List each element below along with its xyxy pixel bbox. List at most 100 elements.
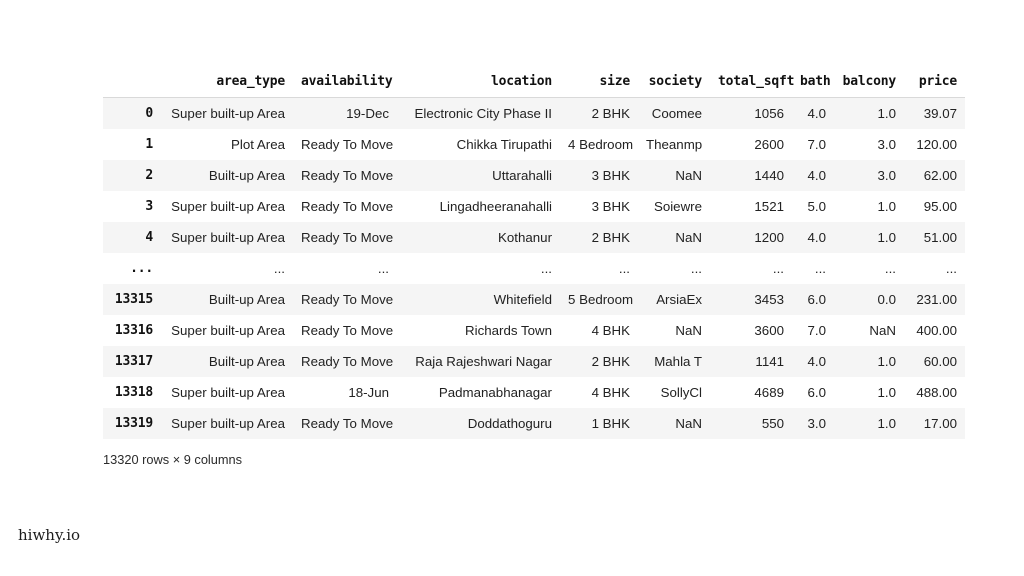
cell-location: Electronic City Phase II: [414, 105, 552, 121]
cell-bath: 4.0: [807, 353, 827, 369]
row-index-label: 13315: [114, 291, 153, 307]
cell-price: 62.00: [923, 167, 957, 183]
cell-balcony: 1.0: [877, 384, 897, 400]
table-row: 13318 Super built-up Area 18-Jun Padmanabha…: [103, 376, 965, 408]
cell-total_sqft: 2600: [754, 136, 784, 152]
cell-size: 3 BHK: [591, 198, 630, 214]
row-index-label: 13319: [114, 415, 153, 431]
cell-society: NaN: [675, 167, 702, 183]
cell-location: Uttarahalli: [492, 167, 552, 183]
cell-location: Doddathoguru: [467, 415, 552, 431]
row-index-label: 13318: [114, 384, 153, 400]
table-row: 13317 Built-up Area Ready To Move Raja Raje…: [103, 345, 965, 377]
cell-balcony: NaN: [869, 322, 896, 338]
cell-size: 2 BHK: [591, 105, 630, 121]
cell-availability: Ready To Move: [301, 167, 394, 183]
cell-society: NaN: [675, 415, 702, 431]
cell-location: Chikka Tirupathi: [456, 136, 552, 152]
column-header-location: location: [397, 74, 560, 98]
cell-availability: Ready To Move: [301, 353, 394, 369]
table-row: 2 Built-up Area Ready To Move Uttarahalli 3 …: [103, 159, 965, 191]
row-index-label: 0: [145, 105, 153, 121]
table-row: 13319 Super built-up Area Ready To Move Dod…: [103, 407, 965, 439]
cell-bath: 3.0: [807, 415, 827, 431]
cell-size: 5 Bedroom: [568, 291, 634, 307]
cell-society: SollyCl: [660, 384, 702, 400]
cell-price: 39.07: [923, 105, 957, 121]
dataframe-shape-caption: 13320 rows × 9 columns: [103, 452, 243, 467]
table-row: 1 Plot Area Ready To Move Chikka Tirupathi 4…: [103, 128, 965, 160]
cell-society: Mahla T: [654, 353, 702, 369]
cell-balcony: ...: [884, 260, 896, 276]
table-row-ellipsis: ..............................: [103, 252, 965, 284]
cell-availability: Ready To Move: [301, 198, 394, 214]
cell-balcony: 1.0: [877, 105, 897, 121]
cell-price: 231.00: [916, 291, 957, 307]
cell-area_type: Plot Area: [231, 136, 285, 152]
column-header-society: society: [638, 74, 710, 98]
table-row: 4 Super built-up Area Ready To Move Kothanu…: [103, 221, 965, 253]
cell-area_type: Super built-up Area: [171, 105, 285, 121]
cell-availability: ...: [377, 260, 389, 276]
cell-balcony: 3.0: [877, 167, 897, 183]
dataframe-table: area_type availability location size soc…: [103, 74, 965, 439]
cell-area_type: Built-up Area: [208, 167, 285, 183]
column-header-balcony: balcony: [834, 74, 904, 98]
cell-price: 488.00: [916, 384, 957, 400]
cell-availability: Ready To Move: [301, 322, 394, 338]
table-body: 0 Super built-up Area 19-Dec Electronic Cit…: [103, 97, 965, 439]
cell-price: 60.00: [923, 353, 957, 369]
cell-location: ...: [540, 260, 552, 276]
cell-area_type: Super built-up Area: [171, 322, 285, 338]
cell-bath: 5.0: [807, 198, 827, 214]
row-index-label: 4: [145, 229, 153, 245]
row-index-label: 13317: [114, 353, 153, 369]
cell-availability: 19-Dec: [346, 105, 389, 121]
row-index-label: 3: [145, 198, 153, 214]
cell-availability: Ready To Move: [301, 291, 394, 307]
cell-bath: 7.0: [807, 136, 827, 152]
table-row: 13316 Super built-up Area Ready To Move Ric…: [103, 314, 965, 346]
cell-area_type: Super built-up Area: [171, 384, 285, 400]
cell-balcony: 3.0: [877, 136, 897, 152]
cell-price: ...: [945, 260, 957, 276]
row-index-label: 2: [145, 167, 153, 183]
cell-price: 17.00: [923, 415, 957, 431]
cell-price: 400.00: [916, 322, 957, 338]
cell-size: ...: [618, 260, 630, 276]
cell-balcony: 1.0: [877, 415, 897, 431]
cell-area_type: Built-up Area: [208, 291, 285, 307]
column-header-size: size: [560, 74, 638, 98]
cell-size: 2 BHK: [591, 229, 630, 245]
cell-balcony: 1.0: [877, 198, 897, 214]
cell-total_sqft: 550: [761, 415, 784, 431]
cell-society: Soiewre: [653, 198, 702, 214]
cell-location: Padmanabhanagar: [438, 384, 552, 400]
cell-availability: Ready To Move: [301, 136, 394, 152]
cell-location: Kothanur: [498, 229, 552, 245]
dataframe-container: area_type availability location size soc…: [103, 74, 965, 439]
cell-bath: 4.0: [807, 105, 827, 121]
cell-total_sqft: 1440: [754, 167, 784, 183]
cell-total_sqft: 4689: [754, 384, 784, 400]
cell-total_sqft: 1200: [754, 229, 784, 245]
cell-size: 4 BHK: [591, 384, 630, 400]
cell-size: 2 BHK: [591, 353, 630, 369]
cell-area_type: Super built-up Area: [171, 198, 285, 214]
cell-bath: 6.0: [807, 291, 827, 307]
cell-total_sqft: 1521: [754, 198, 784, 214]
cell-bath: 4.0: [807, 167, 827, 183]
header-row: area_type availability location size soc…: [103, 74, 965, 98]
column-header-availability: availability: [293, 74, 397, 98]
column-header-price: price: [904, 74, 965, 98]
cell-balcony: 1.0: [877, 229, 897, 245]
cell-location: Whitefield: [493, 291, 552, 307]
cell-size: 1 BHK: [591, 415, 630, 431]
cell-price: 95.00: [923, 198, 957, 214]
table-row: 13315 Built-up Area Ready To Move Whitefiel…: [103, 283, 965, 315]
watermark-label: hiwhy.io: [18, 526, 81, 544]
cell-bath: 7.0: [807, 322, 827, 338]
cell-total_sqft: 3600: [754, 322, 784, 338]
cell-total_sqft: ...: [772, 260, 784, 276]
cell-area_type: Super built-up Area: [171, 415, 285, 431]
